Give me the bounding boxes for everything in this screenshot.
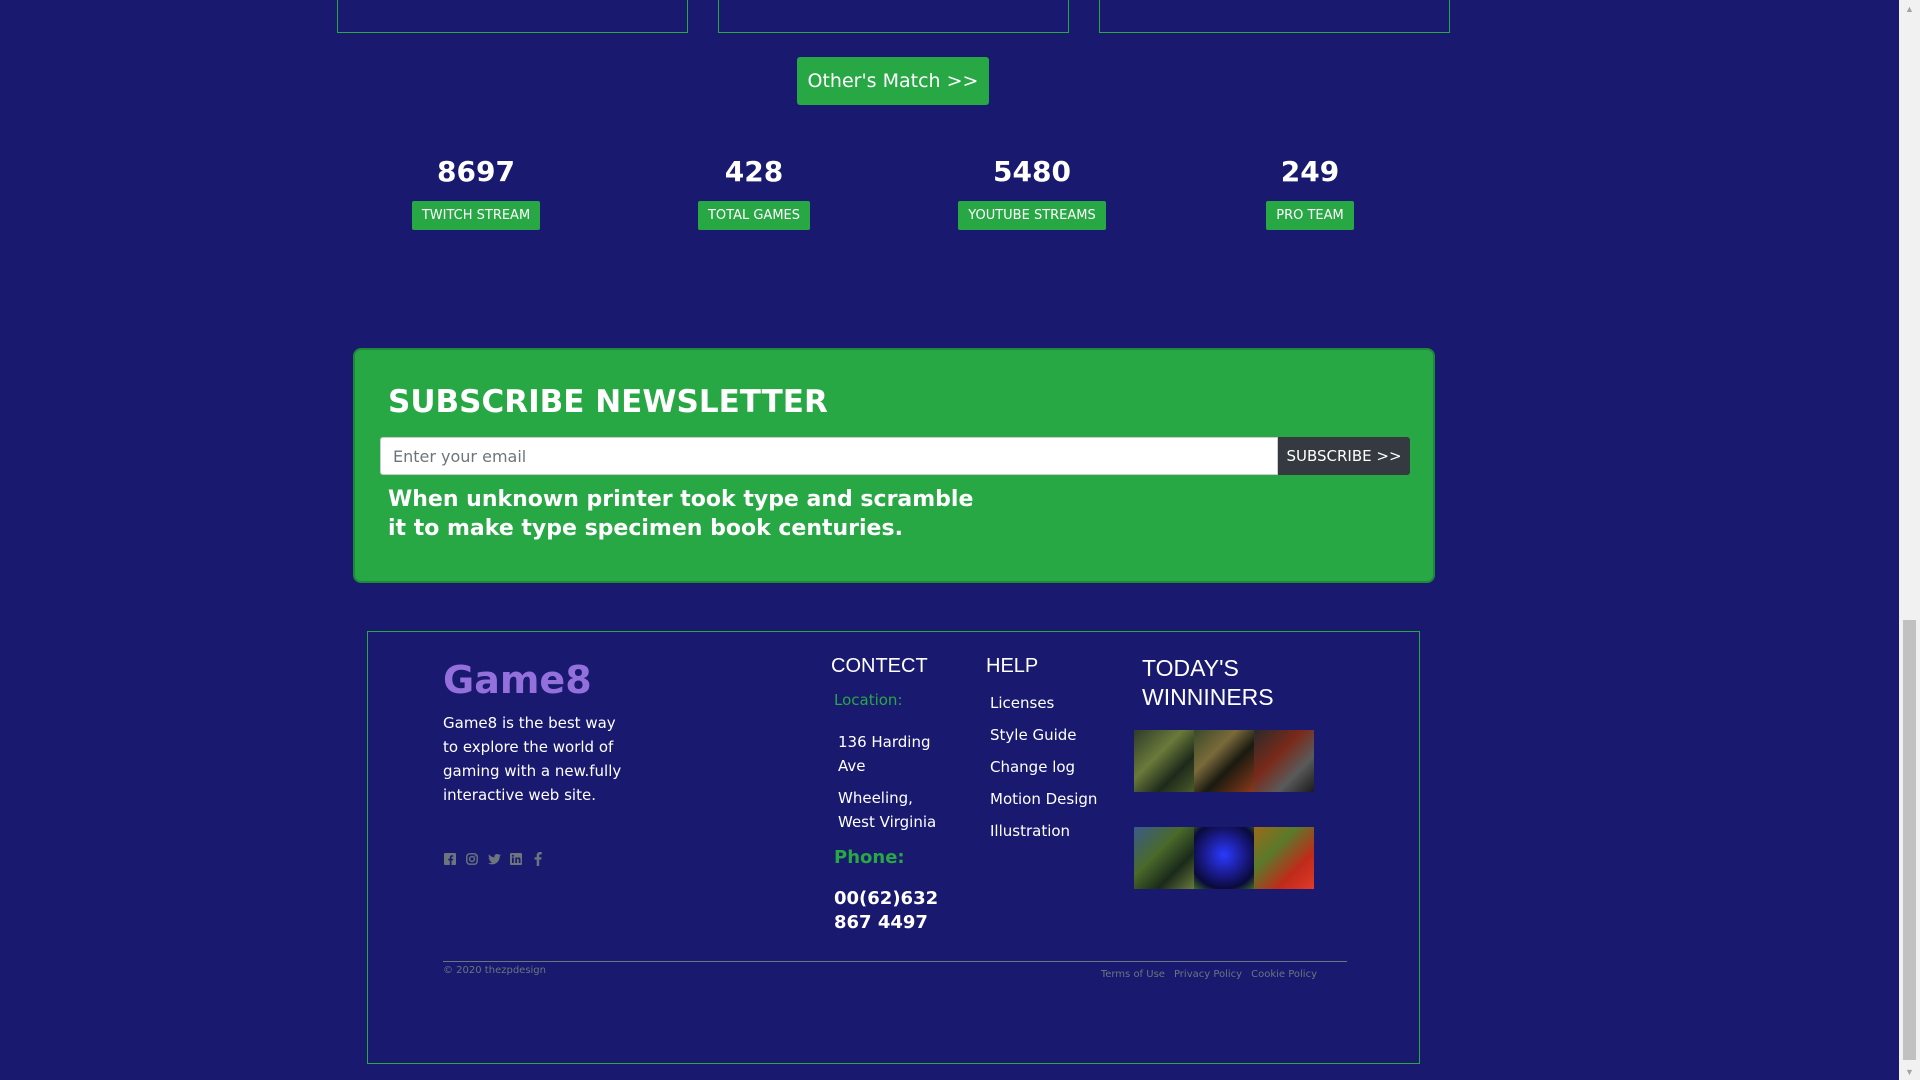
location-label: Location: <box>834 691 903 709</box>
stat-label: TOTAL GAMES <box>697 201 811 230</box>
stat-label: YOUTUBE STREAMS <box>958 201 1106 230</box>
help-link-illustration[interactable]: Illustration <box>990 819 1097 851</box>
stat-total-games: 428 TOTAL GAMES <box>654 158 854 230</box>
match-card-3 <box>1099 0 1450 33</box>
phone-number: 00(62)632 867 4497 <box>834 888 939 933</box>
stat-label: TWITCH STREAM <box>411 201 541 230</box>
facebook-square-icon[interactable] <box>443 852 457 866</box>
winner-thumbnail[interactable] <box>1254 827 1314 889</box>
stat-label: PRO TEAM <box>1266 201 1354 230</box>
linkedin-icon[interactable] <box>509 852 523 866</box>
newsletter-title: SUBSCRIBE NEWSLETTER <box>388 384 828 420</box>
others-match-button[interactable]: Other's Match >> <box>797 57 989 105</box>
scrollbar-thumb[interactable] <box>1903 620 1916 1060</box>
winner-thumbnail[interactable] <box>1194 827 1254 889</box>
phone-label: Phone: <box>834 847 905 868</box>
stat-value: 5480 <box>993 155 1071 188</box>
privacy-link[interactable]: Privacy Policy <box>1174 969 1242 980</box>
newsletter-section: SUBSCRIBE NEWSLETTER SUBSCRIBE >> When u… <box>353 348 1435 583</box>
help-link-change-log[interactable]: Change log <box>990 755 1097 787</box>
winner-thumbnail[interactable] <box>1194 730 1254 792</box>
stat-pro-team: 249 PRO TEAM <box>1210 158 1410 230</box>
brand-description: Game8 is the best way to explore the wor… <box>443 714 622 804</box>
cookie-link[interactable]: Cookie Policy <box>1251 969 1317 980</box>
winners-title: TODAY'S WINNINERS <box>1142 655 1274 710</box>
help-link-licenses[interactable]: Licenses <box>990 691 1097 723</box>
stat-twitch: 8697 TWITCH STREAM <box>376 158 576 230</box>
newsletter-text: When unknown printer took type and scram… <box>388 487 974 541</box>
legal-links: Terms of Use Privacy Policy Cookie Polic… <box>1101 969 1317 980</box>
footer: Game8 Game8 is the best way to explore t… <box>367 631 1420 1064</box>
brand-logo[interactable]: Game8 <box>443 658 592 702</box>
help-title: HELP <box>986 655 1039 677</box>
page-scrollbar[interactable]: ▲ ▼ <box>1899 0 1920 1080</box>
address-line2: Wheeling, West Virginia <box>838 789 937 831</box>
scroll-up-arrow-icon[interactable]: ▲ <box>1899 0 1920 17</box>
terms-link[interactable]: Terms of Use <box>1101 969 1165 980</box>
email-input[interactable] <box>380 437 1278 475</box>
twitter-icon[interactable] <box>487 852 501 866</box>
address-line1: 136 Harding Ave <box>838 733 931 775</box>
facebook-icon[interactable] <box>531 852 545 866</box>
stat-value: 8697 <box>437 155 515 188</box>
stat-value: 249 <box>1280 155 1340 188</box>
winners-row-1 <box>1134 730 1314 792</box>
help-link-style-guide[interactable]: Style Guide <box>990 723 1097 755</box>
stat-value: 428 <box>724 155 784 188</box>
copyright-text: © 2020 thezpdesign <box>443 965 546 976</box>
winner-thumbnail[interactable] <box>1134 827 1194 889</box>
help-links: Licenses Style Guide Change log Motion D… <box>990 691 1097 851</box>
social-links <box>443 852 545 866</box>
winner-thumbnail[interactable] <box>1134 730 1194 792</box>
winners-row-2 <box>1134 827 1314 889</box>
contact-title: CONTECT <box>831 655 928 677</box>
subscribe-button[interactable]: SUBSCRIBE >> <box>1278 437 1410 475</box>
match-card-1 <box>337 0 688 33</box>
match-card-2 <box>718 0 1069 33</box>
scroll-down-arrow-icon[interactable]: ▼ <box>1899 1063 1920 1080</box>
winner-thumbnail[interactable] <box>1254 730 1314 792</box>
stat-youtube: 5480 YOUTUBE STREAMS <box>932 158 1132 230</box>
footer-divider <box>443 961 1347 962</box>
instagram-icon[interactable] <box>465 852 479 866</box>
help-link-motion-design[interactable]: Motion Design <box>990 787 1097 819</box>
